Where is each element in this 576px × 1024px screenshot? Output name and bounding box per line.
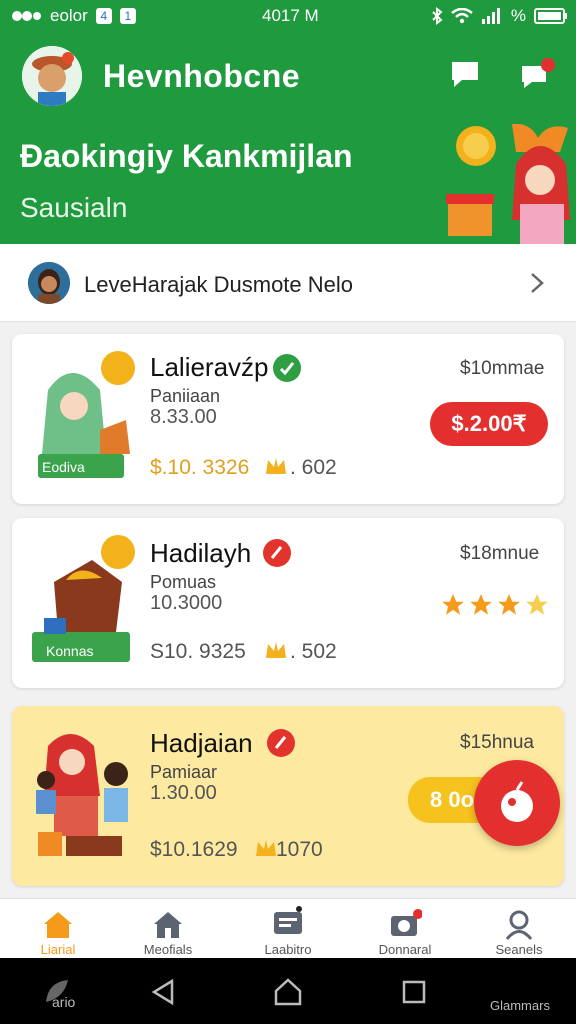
banner-title: Đaokingiy Kankmijlan [20, 138, 353, 174]
app-title: Hevnhobcne [103, 58, 301, 94]
card-3-title: Hadjaian [150, 728, 253, 758]
status-time: 4017 M [262, 6, 319, 25]
card-2-subtitle: Pomuas [150, 572, 217, 592]
fab-apple-icon [501, 781, 533, 822]
wifi-icon [451, 8, 473, 24]
nav-label-profile: Seanels [495, 942, 543, 957]
nav-item-camera[interactable]: Donnaral [350, 906, 460, 958]
profile-icon [505, 910, 533, 940]
home-button-icon[interactable] [273, 977, 303, 1007]
card-1-subtitle: Paniiaan [150, 386, 221, 406]
battery-percent: % [510, 6, 526, 25]
back-icon[interactable] [150, 978, 176, 1006]
card-1-crown-icon [266, 458, 286, 474]
system-left-label: ario [52, 994, 76, 1010]
house-icon [154, 912, 182, 938]
status-bar: eolor 4 1 4017 M % [0, 0, 576, 32]
card-3-crown-icon [256, 840, 276, 856]
card-1-stats-b: . 602 [290, 456, 337, 479]
card-2-art-label: Konnas [46, 643, 94, 659]
home-icon [44, 912, 72, 938]
card-2-edit-badge-icon [263, 539, 291, 567]
card-2-stats-b: . 502 [290, 640, 337, 663]
status-carrier-label: eolor [50, 6, 88, 25]
system-right-label: Glammars [490, 998, 550, 1013]
banner-subtitle: Sausialn [20, 192, 128, 223]
card-2-price: $18mnue [460, 543, 540, 564]
bluetooth-icon [432, 7, 443, 25]
chat-icon [274, 906, 302, 934]
card-3-value: 1.30.00 [150, 782, 217, 804]
recents-icon[interactable] [402, 980, 426, 1004]
card-2-title: Hadilayh [150, 538, 252, 568]
card-3-illustration [36, 734, 128, 856]
card-2-rating [440, 592, 550, 618]
chevron-right-icon[interactable] [528, 272, 546, 294]
card-1-stats-a: $.10. 3326 [150, 456, 250, 479]
card-1-price: $10mmae [460, 358, 545, 379]
card-2-value: 10.3000 [150, 592, 223, 614]
banner-illustration [446, 124, 570, 244]
notification-chat-icon[interactable] [518, 58, 558, 90]
star-icon [442, 594, 464, 615]
card-3-stats-a: $10.1629 [150, 838, 238, 861]
card-1-value: 8.33.00 [150, 406, 217, 428]
nav-item-profile[interactable]: Seanels [464, 906, 574, 958]
star-icon [526, 594, 548, 615]
card-3-price: $15hnua [460, 732, 534, 753]
card-1-check-badge-icon [273, 354, 301, 382]
user-avatar[interactable] [22, 46, 82, 106]
floating-action-button[interactable] [474, 760, 560, 846]
nav-item-market[interactable]: Meofials [113, 906, 223, 958]
status-badge-a: 4 [95, 8, 112, 24]
nav-label-market: Meofials [143, 942, 193, 957]
card-2-crown-icon [266, 642, 286, 658]
nav-item-messages[interactable]: Laabitro [233, 906, 343, 958]
nav-item-home[interactable]: Liarial [3, 906, 113, 958]
card-2-stats-a: S10. 9325 [150, 640, 246, 663]
battery-icon [534, 8, 567, 24]
card-1-title: Lalieravźp [150, 352, 269, 382]
card-1-buy-button[interactable]: $.2.00₹ [430, 402, 548, 446]
chat-icon[interactable] [448, 58, 482, 90]
app-status-icon [12, 11, 41, 21]
card-3-stats-b: 1070 [276, 838, 323, 861]
nav-label-home: Liarial [40, 942, 76, 957]
status-badge-b: 1 [119, 8, 136, 24]
profile-text: LeveHarajak Dusmote Nelo [84, 272, 354, 297]
star-icon [470, 594, 492, 615]
nav-label-messages: Laabitro [264, 942, 312, 957]
nav-label-camera: Donnaral [378, 942, 432, 957]
signal-icon [481, 8, 500, 24]
profile-avatar [28, 262, 70, 304]
camera-icon [391, 909, 422, 936]
card-3-subtitle: Pamiaar [150, 762, 218, 782]
star-icon [498, 594, 520, 615]
card-1-art-label: Eodiva [42, 459, 85, 475]
card-3-edit-badge-icon [267, 729, 295, 757]
